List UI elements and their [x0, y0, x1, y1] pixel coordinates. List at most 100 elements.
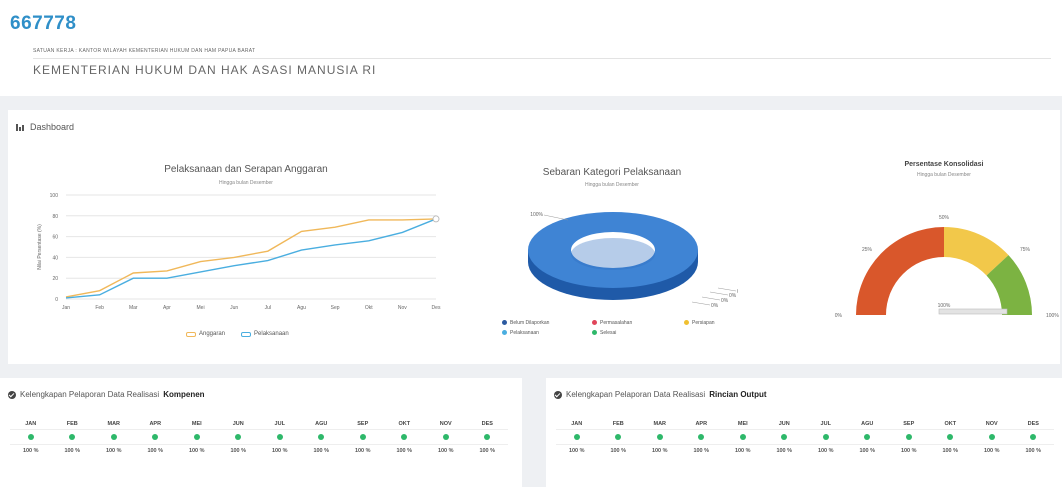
series-line-pelaksanaan [65, 218, 437, 299]
legend-anggaran-swatch [186, 331, 196, 337]
gauge-tick-label: 0% [835, 313, 843, 319]
donut-hole-shadow [571, 238, 655, 270]
month-label: AGU [300, 418, 342, 430]
month-label: MAR [93, 418, 135, 430]
status-dot [425, 430, 467, 445]
month-percentage: 100 % [610, 448, 627, 454]
rincian-title: Kelengkapan Pelaporan Data Realisasi Rin… [554, 390, 767, 399]
status-dot [763, 430, 805, 445]
legend-anggaran-label[interactable]: Anggaran [199, 331, 225, 337]
status-dot [639, 430, 681, 445]
month-label: NOV [425, 418, 467, 430]
month-percentage: 100 % [651, 448, 668, 454]
month-percentage: 100 % [230, 448, 247, 454]
status-indicator-icon [69, 434, 76, 440]
status-indicator-icon [359, 434, 366, 440]
x-tick-label: Apr [163, 305, 171, 311]
month-percentage: 100 % [396, 448, 413, 454]
y-tick-label: 40 [52, 255, 58, 261]
x-tick-label: Sep [331, 305, 340, 311]
month-percentage: 100 % [64, 448, 81, 454]
x-tick-label: Agu [297, 305, 306, 311]
legend-pelaksanaan-swatch [241, 331, 252, 337]
series-line-anggaran [65, 218, 437, 298]
slice-leader [709, 291, 729, 296]
status-dot [846, 430, 888, 445]
month-label: SEP [888, 418, 930, 430]
month-label: NOV [971, 418, 1013, 430]
month-percentage: 100 % [479, 448, 496, 454]
ministry-name: KEMENTERIAN HUKUM DAN HAK ASASI MANUSIA … [33, 63, 377, 77]
status-indicator-icon [864, 434, 871, 440]
month-label: APR [680, 418, 722, 430]
gauge-subtitle: Hingga bulan Desember [917, 172, 971, 178]
month-label: OKT [929, 418, 971, 430]
status-dot [217, 430, 259, 445]
x-tick-label: Feb [95, 305, 104, 311]
status-indicator-icon [739, 434, 746, 440]
data-point [432, 215, 440, 223]
status-dot [342, 430, 384, 445]
status-dot [971, 430, 1013, 445]
legend-item[interactable]: Selesai [592, 330, 684, 336]
legend-item[interactable]: Persiapan [684, 320, 744, 326]
slice-label: 0% [737, 289, 738, 295]
month-percentage: 100 % [900, 448, 917, 454]
status-dot [597, 430, 639, 445]
month-label: MAR [639, 418, 681, 430]
month-percentage: 100 % [859, 448, 876, 454]
slice-label: 0% [729, 293, 737, 299]
status-dot [929, 430, 971, 445]
line-legend: Anggaran Pelaksanaan [186, 331, 289, 337]
kompenen-month-grid: JAN FEB MAR APR MEI JUN JUL AGU SEP OKT NOV DES 100 … [10, 418, 508, 458]
month-label: FEB [51, 418, 93, 430]
x-tick-label: Okt [365, 305, 373, 311]
status-indicator-icon [110, 434, 117, 440]
status-indicator-icon [698, 434, 705, 440]
rincian-panel: Kelengkapan Pelaporan Data Realisasi Rin… [546, 378, 1062, 487]
month-percentage: 100 % [776, 448, 793, 454]
legend-item[interactable]: Pelaksanaan [502, 330, 592, 336]
y-tick-label: 60 [52, 235, 58, 241]
legend-item[interactable]: Belum Dilaporkan [502, 320, 592, 326]
y-tick-label: 0 [55, 297, 58, 303]
x-tick-label: Jun [230, 305, 238, 311]
month-label: JUL [805, 418, 847, 430]
month-percentage: 100 % [147, 448, 164, 454]
status-dot [176, 430, 218, 445]
slice-leader [691, 301, 711, 306]
month-percentage: 100 % [693, 448, 710, 454]
slice-label: 0% [711, 303, 719, 309]
month-percentage: 100 % [983, 448, 1000, 454]
status-indicator-icon [27, 434, 34, 440]
month-percentage: 100 % [817, 448, 834, 454]
month-percentage: 100 % [354, 448, 371, 454]
slice-leader [543, 214, 569, 221]
satker-code: 667778 [10, 13, 77, 34]
gauge-title: Persentase Konsolidasi [904, 161, 984, 168]
satker-unit-label: SATUAN KERJA : KANTOR WILAYAH KEMENTERIA… [33, 48, 256, 54]
legend-item[interactable]: Permasalahan [592, 320, 684, 326]
status-indicator-icon [656, 434, 663, 440]
y-tick-label: 100 [50, 193, 59, 199]
gauge-value-label: 100% [938, 303, 951, 309]
status-indicator-icon [905, 434, 912, 440]
legend-pelaksanaan-label[interactable]: Pelaksanaan [254, 331, 289, 337]
gauge-tick-label: 25% [862, 247, 873, 253]
bar-chart-icon [16, 123, 26, 131]
y-axis-label: Nilai Persentase (%) [37, 224, 43, 270]
status-dot [383, 430, 425, 445]
status-indicator-icon [484, 434, 491, 440]
status-dot [722, 430, 764, 445]
month-label: JUN [763, 418, 805, 430]
status-indicator-icon [822, 434, 829, 440]
month-percentage: 100 % [437, 448, 454, 454]
status-indicator-icon [615, 434, 622, 440]
donut-chart: 100%0%0%0%0% [528, 212, 738, 309]
slice-label: 100% [530, 212, 543, 218]
check-circle-icon [554, 390, 562, 399]
status-indicator-icon [276, 434, 283, 440]
check-circle-icon [8, 390, 16, 399]
kompenen-panel: Kelengkapan Pelaporan Data Realisasi Kom… [0, 378, 522, 487]
status-indicator-icon [442, 434, 449, 440]
